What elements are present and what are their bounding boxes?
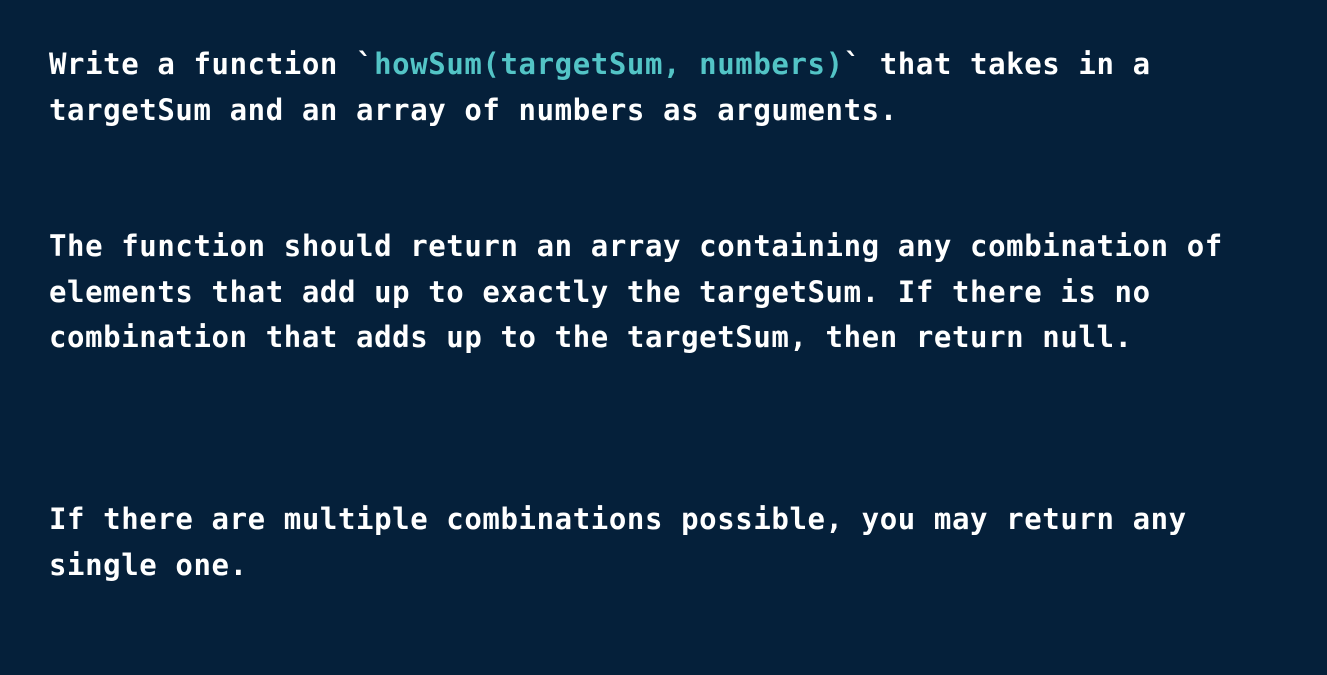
multiple-combinations-paragraph: If there are multiple combinations possi… xyxy=(49,497,1299,588)
return-line-1: The function should return an array cont… xyxy=(49,229,1223,263)
function-signature: howSum(targetSum, numbers) xyxy=(374,47,844,81)
intro-line-1: Write a function `howSum(targetSum, numb… xyxy=(49,42,1299,88)
intro-text-after: ` that takes in a xyxy=(843,47,1151,81)
return-description-paragraph: The function should return an array cont… xyxy=(49,224,1299,361)
return-line-3: combination that adds up to the targetSu… xyxy=(49,320,1133,354)
multiple-line-2: single one. xyxy=(49,547,248,582)
intro-line-2: targetSum and an array of numbers as arg… xyxy=(49,92,898,127)
intro-paragraph: Write a function `howSum(targetSum, numb… xyxy=(49,42,1299,133)
return-line-2: elements that add up to exactly the targ… xyxy=(49,274,1151,309)
intro-text-before: Write a function ` xyxy=(49,47,375,81)
multiple-line-1: If there are multiple combinations possi… xyxy=(49,502,1187,536)
problem-statement-slide: Write a function `howSum(targetSum, numb… xyxy=(0,0,1327,675)
